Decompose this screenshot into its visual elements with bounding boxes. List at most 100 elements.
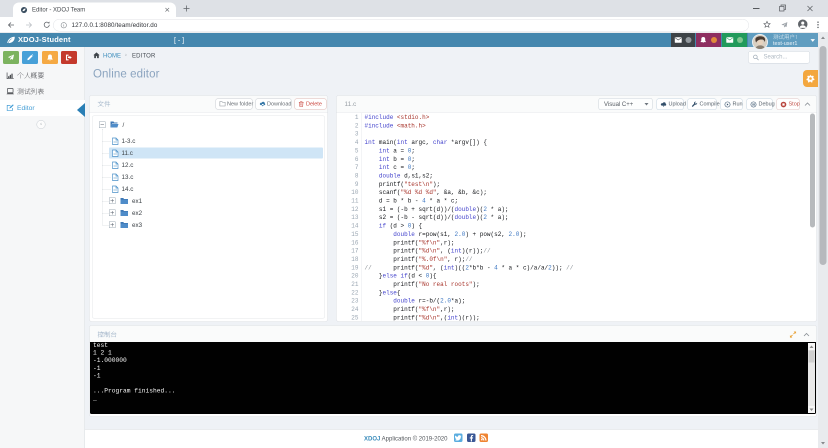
window-close-button[interactable] [807,6,813,12]
tree-root-label[interactable]: / [123,120,125,131]
terminal-scroll-thumb[interactable] [809,351,815,363]
tree-row[interactable]: ex3 [93,220,325,231]
sidebar-item-profile[interactable] [0,68,85,84]
code-token [365,223,379,230]
bookmark-star-icon[interactable] [763,21,771,29]
tree-row[interactable]: 11.c [93,148,325,159]
browser-profile-avatar[interactable] [798,20,808,30]
scroll-down-arrow[interactable] [808,406,815,413]
brand-title[interactable]: XDOJ-Student [18,33,71,47]
delete-button[interactable]: Delete [295,99,327,110]
home-icon[interactable] [93,52,100,59]
laptop-icon [6,88,15,95]
code-token: "%d %d %d" [401,189,437,196]
new-tab-button[interactable] [183,5,190,12]
tree-item-label[interactable]: ex2 [132,208,142,219]
facebook-icon[interactable] [467,434,476,443]
brand-leaf-icon [7,36,16,44]
download-button[interactable]: Download [256,99,292,110]
terminal[interactable]: test1 2 1-1.000000-1-1 ...Program finish… [90,342,816,414]
tree-expand-toggle[interactable] [109,210,116,217]
back-icon[interactable] [7,21,15,29]
url-text[interactable]: 127.0.0.1:8080/team/editor.do [72,20,158,32]
compile-button[interactable]: Compile [688,99,717,111]
language-select[interactable]: Visual C++ [599,98,653,110]
code-token: ); [473,281,480,288]
stop-button[interactable]: Stop [777,99,800,111]
tree-expand-toggle[interactable] [109,198,116,205]
search-icon[interactable] [753,55,759,61]
tree-item-label[interactable]: 11.c [122,148,133,159]
code-editor[interactable]: #include <stdio.h>#include <math.h> int … [365,114,811,321]
omnibox[interactable]: 127.0.0.1:8080/team/editor.do [53,19,749,32]
bell-icon [700,37,707,44]
forward-icon[interactable] [25,21,33,29]
search-input[interactable] [763,53,810,61]
sidebar-item-editor[interactable]: Editor [0,100,85,116]
tab-close-icon[interactable] [165,7,171,13]
window-minimize-button[interactable] [753,8,760,9]
tree-item-label[interactable]: 12.c [122,160,134,171]
code-token: r=pow(s1, [415,231,455,238]
sidebar-action-signout[interactable] [61,51,77,64]
tree-row[interactable]: 1-3.c [93,136,325,147]
window-restore-button[interactable] [779,5,786,12]
tree-row[interactable]: 12.c [93,160,325,171]
sidebar-toggle[interactable]: [ - ] [174,33,184,47]
page-scrollbar-thumb[interactable] [820,46,827,265]
terminal-scrollbar[interactable] [808,343,815,413]
scrollbar-down-arrow[interactable] [821,442,825,445]
collapse-console-icon[interactable] [804,333,810,337]
scrollbar-up-arrow[interactable] [821,37,825,40]
user-menu[interactable]: test-user1 [748,33,818,47]
settings-gear-tab[interactable] [803,70,818,87]
send-to-device-icon[interactable] [781,22,788,29]
upload-button[interactable]: Upload [657,99,684,111]
nav-notifications[interactable] [696,33,721,47]
tree-row[interactable]: ex2 [93,208,325,219]
tree-item-label[interactable]: ex3 [132,220,142,231]
code-token: int [444,264,455,271]
tree-item-label[interactable]: 14.c [122,184,134,195]
tree-collapse-toggle[interactable] [99,122,106,129]
play-circle-icon [725,102,731,108]
tree-row[interactable]: 13.c [93,172,325,183]
tree-item-label[interactable]: 13.c [122,172,134,183]
debug-button[interactable]: Debug [747,99,773,111]
sidebar-item-testlist[interactable] [0,84,85,100]
tree-root-row[interactable]: / [93,120,325,131]
sidebar-collapse-button[interactable]: ‹ [37,120,46,129]
nav-mail[interactable] [722,33,747,47]
sidebar-action-notify[interactable] [42,51,58,64]
twitter-icon[interactable] [454,434,463,443]
tree-item-label[interactable]: ex1 [132,196,142,207]
reload-icon[interactable] [43,21,51,29]
page-scrollbar[interactable] [818,33,828,448]
button-label: Compile [700,99,720,110]
scroll-up-arrow[interactable] [808,343,815,350]
sidebar-action-submit[interactable] [3,51,19,64]
tree-row[interactable]: ex1 [93,196,325,207]
tree-expand-toggle[interactable] [109,222,116,229]
code-line: printf("%.0f\n", r);// [365,255,811,263]
code-line: s1 = (-b + sqrt(d))/(double)(2 * a); [365,205,811,213]
cjk-glyph [37,88,44,95]
code-token: d,s1,s2; [401,172,433,179]
code-token: <stdio.h> [397,114,429,121]
page-info-icon[interactable] [61,22,68,29]
tree-item-label[interactable]: 1-3.c [122,136,136,147]
sidebar-item-label: Editor [17,100,35,116]
new-folder-button[interactable]: New folder [216,99,253,110]
cjk-glyph [31,72,38,79]
collapse-panel-icon[interactable] [805,102,811,106]
browser-tab[interactable]: Editor - XDOJ Team [13,3,176,18]
browser-menu-dots-icon[interactable] [817,21,819,29]
expand-console-icon[interactable] [790,331,797,338]
tree-row[interactable]: 14.c [93,184,325,195]
breadcrumb-home[interactable]: HOME [103,52,121,59]
run-button[interactable]: Run [721,99,743,111]
sidebar-action-edit[interactable] [22,51,38,64]
rss-icon[interactable] [480,434,489,443]
nav-messages[interactable] [671,33,695,47]
editor-scrollbar-thumb[interactable] [810,114,815,228]
